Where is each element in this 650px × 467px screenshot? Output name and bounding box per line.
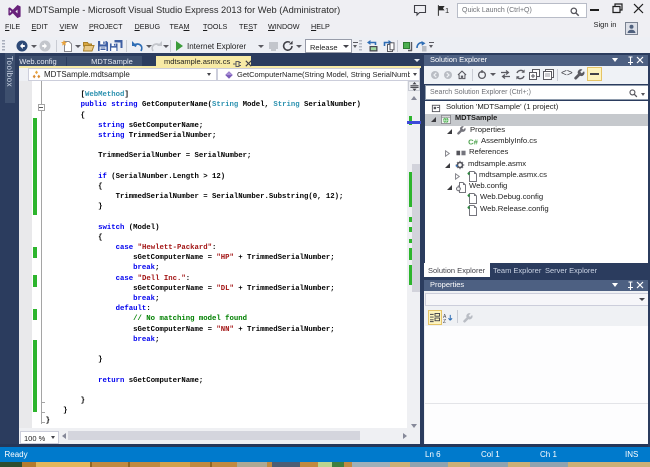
svg-text:Z: Z (443, 319, 446, 323)
svg-text:C#: C# (468, 138, 479, 146)
